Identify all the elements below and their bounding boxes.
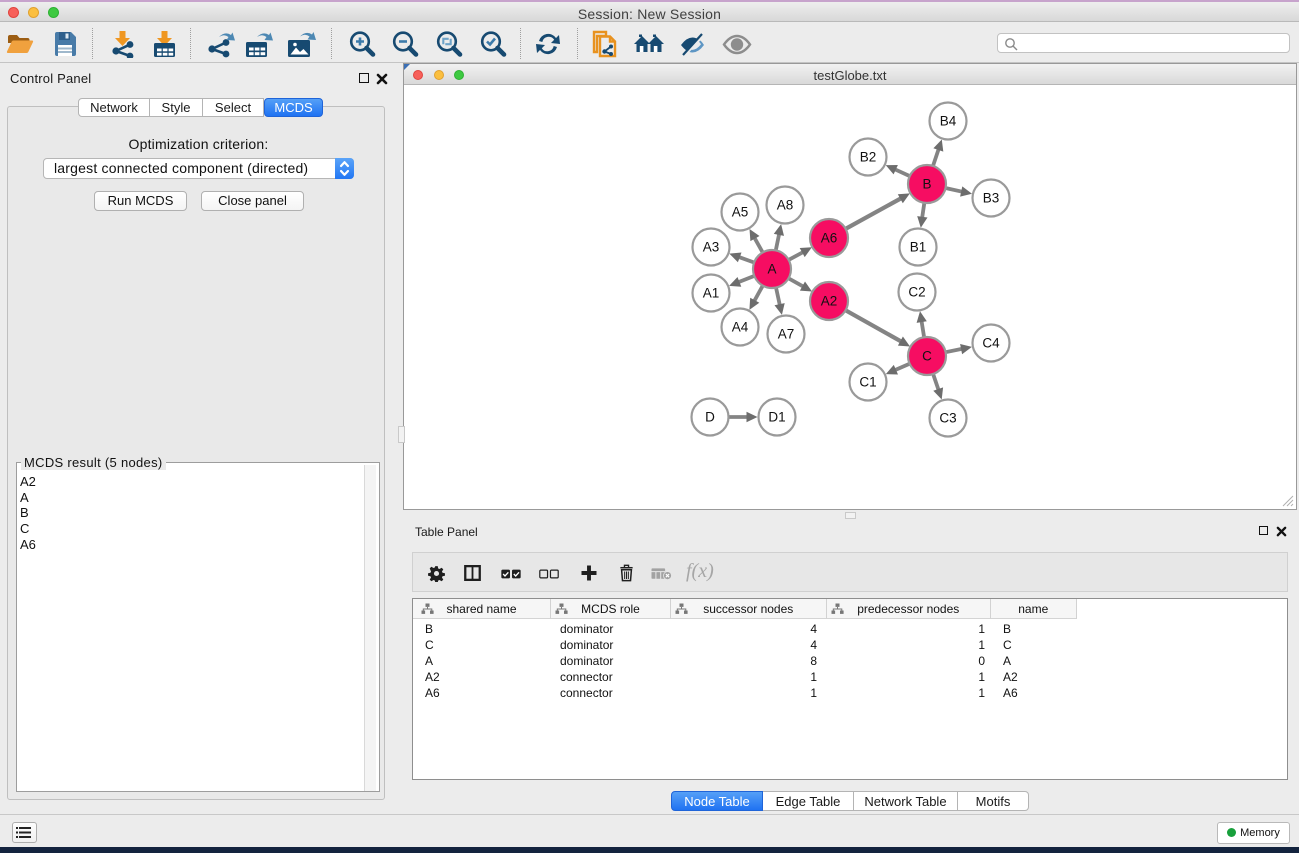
svg-text:A7: A7 — [778, 327, 795, 342]
svg-text:C: C — [922, 349, 932, 364]
svg-text:A8: A8 — [777, 198, 794, 213]
svg-text:C3: C3 — [939, 411, 956, 426]
svg-text:A2: A2 — [821, 294, 838, 309]
svg-text:B4: B4 — [940, 114, 957, 129]
svg-text:A6: A6 — [821, 231, 838, 246]
svg-text:A: A — [767, 262, 776, 277]
svg-text:C1: C1 — [859, 375, 876, 390]
svg-text:A3: A3 — [703, 240, 720, 255]
svg-text:B: B — [922, 177, 931, 192]
svg-text:A1: A1 — [703, 286, 720, 301]
svg-text:D: D — [705, 410, 715, 425]
svg-text:B1: B1 — [910, 240, 927, 255]
svg-text:A4: A4 — [732, 320, 749, 335]
svg-text:C2: C2 — [908, 285, 925, 300]
svg-text:B2: B2 — [860, 150, 877, 165]
svg-text:D1: D1 — [768, 410, 785, 425]
svg-text:A5: A5 — [732, 205, 749, 220]
svg-text:C4: C4 — [982, 336, 1000, 351]
svg-text:B3: B3 — [983, 191, 1000, 206]
